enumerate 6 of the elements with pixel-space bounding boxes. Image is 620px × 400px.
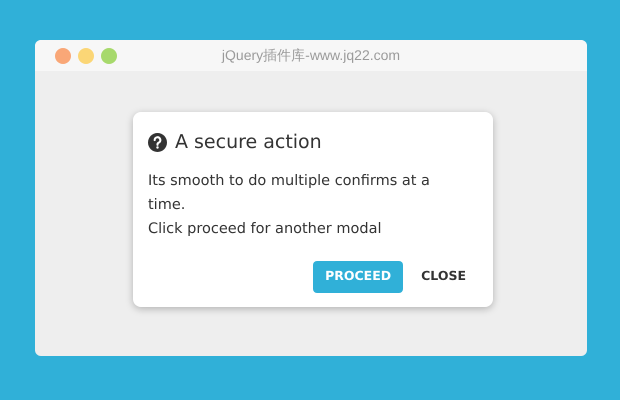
modal-message: Click proceed for another modal bbox=[148, 220, 382, 238]
window-title: jQuery插件库-www.jq22.com bbox=[222, 46, 400, 65]
modal-message: Its smooth to do multiple confirms at a time. bbox=[148, 172, 431, 214]
question-icon bbox=[148, 132, 167, 152]
modal-title: A secure action bbox=[175, 130, 322, 155]
close-button[interactable]: CLOSE bbox=[409, 260, 478, 292]
